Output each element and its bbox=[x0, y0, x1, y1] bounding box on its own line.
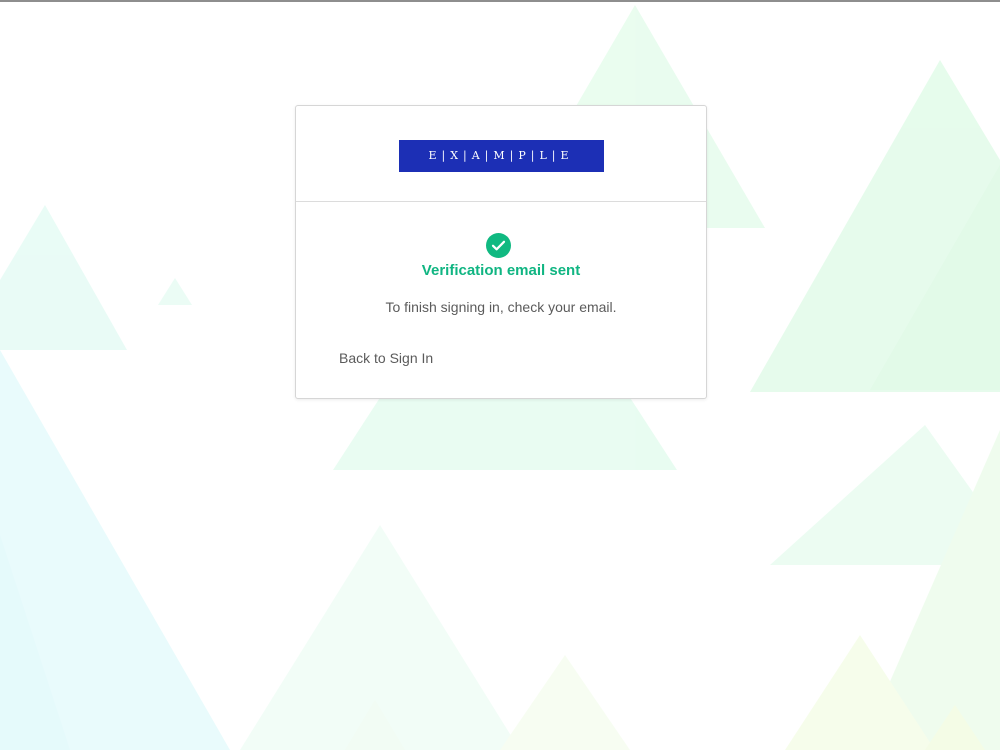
check-circle-icon bbox=[486, 233, 511, 258]
back-to-sign-in-link[interactable]: Back to Sign In bbox=[339, 350, 433, 366]
sign-in-card: E|X|A|M|P|L|E Verification email sent To… bbox=[295, 105, 707, 399]
card-header: E|X|A|M|P|L|E bbox=[296, 106, 706, 202]
card-body: Verification email sent To finish signin… bbox=[296, 202, 706, 400]
verification-status-message: To finish signing in, check your email. bbox=[385, 299, 617, 315]
verification-status-title: Verification email sent bbox=[421, 262, 581, 279]
logo-text: E|X|A|M|P|L|E bbox=[428, 149, 574, 162]
example-logo: E|X|A|M|P|L|E bbox=[398, 139, 604, 172]
